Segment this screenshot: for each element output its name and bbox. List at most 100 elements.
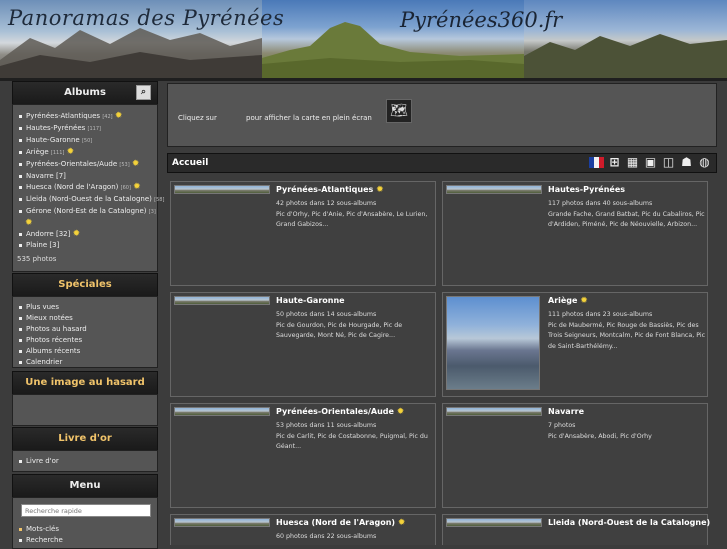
album-title[interactable]: Ariège — [548, 296, 577, 305]
album-card-hautes-pyrenees[interactable]: Hautes-Pyrénées 117 photos dans 40 sous-… — [442, 181, 708, 286]
thumbnails-grid-icon[interactable]: ⊞ — [607, 155, 622, 170]
specials-panel: Plus vues Mieux notées Photos au hasard … — [12, 296, 158, 368]
breadcrumb-bar: Accueil ⊞ ▦ ▣ ◫ ☗ ◍ — [167, 153, 717, 173]
album-stats: 53 photos dans 11 sous-albums — [276, 422, 377, 429]
album-card-pyrenees-atlantiques[interactable]: Pyrénées-Atlantiques ✹ 42 photos dans 12… — [170, 181, 436, 286]
menu-panel: Mots-clés Recherche — [12, 497, 158, 549]
album-link-pyrenees-atlantiques[interactable]: Pyrénées-Atlantiques [42] ✹ — [19, 111, 157, 123]
album-card-navarre[interactable]: Navarre 7 photos Pic d'Ansabère, Abodi, P… — [442, 403, 708, 508]
album-card-huesca[interactable]: Huesca (Nord de l'Aragon) ✹ 60 photos da… — [170, 514, 436, 545]
album-card-pyrenees-orientales[interactable]: Pyrénées-Orientales/Aude ✹ 53 photos dan… — [170, 403, 436, 508]
album-card-haute-garonne[interactable]: Haute-Garonne 50 photos dans 14 sous-alb… — [170, 292, 436, 397]
album-link-pyrenees-orientales[interactable]: Pyrénées-Orientales/Aude [53] ✹ — [19, 159, 157, 171]
album-thumbnail[interactable] — [174, 296, 270, 305]
album-stats: 60 photos dans 22 sous-albums — [276, 533, 377, 540]
specials-header: Spéciales — [12, 273, 158, 297]
toolbar: ⊞ ▦ ▣ ◫ ☗ ◍ — [589, 155, 712, 171]
slideshow-icon[interactable]: ◫ — [661, 155, 676, 170]
banner-site-name: Pyrénées360.fr — [400, 8, 563, 32]
new-sun-icon: ✹ — [133, 182, 141, 192]
album-card-lleida[interactable]: Lleida (Nord-Ouest de la Catalogne) — [442, 514, 710, 545]
album-title[interactable]: Pyrénées-Orientales/Aude — [276, 407, 394, 416]
album-thumbnail[interactable] — [446, 407, 542, 416]
albums-list: Pyrénées-Atlantiques [42] ✹ Hautes-Pyrén… — [13, 105, 164, 251]
specials-list: Plus vues Mieux notées Photos au hasard … — [13, 297, 157, 368]
map-text-after: pour afficher la carte en plein écran — [246, 114, 372, 122]
calendar-icon[interactable]: ▣ — [643, 155, 658, 170]
album-description: Pic d'Ansabère, Abodi, Pic d'Orhy — [548, 432, 652, 440]
albums-header: Albums ⌕ — [12, 81, 158, 105]
guestbook-link[interactable]: Livre d'or — [19, 456, 157, 467]
banner-title: Panoramas des Pyrénées — [8, 6, 285, 30]
guestbook-panel: Livre d'or — [12, 450, 158, 472]
quick-search-input[interactable] — [21, 504, 151, 517]
new-sun-icon: ✹ — [114, 111, 123, 121]
new-sun-icon: ✹ — [397, 518, 406, 528]
album-link-hautes-pyrenees[interactable]: Hautes-Pyrénées [117] — [19, 123, 157, 135]
album-stats: 7 photos — [548, 422, 576, 429]
album-link-andorre[interactable]: Andorre [32] ✹ — [19, 229, 157, 240]
new-sun-icon-row: ✹ — [25, 218, 33, 228]
album-title[interactable]: Lleida (Nord-Ouest de la Catalogne) — [548, 518, 710, 527]
special-recent-photos[interactable]: Photos récentes — [19, 335, 157, 346]
french-flag-icon[interactable] — [589, 157, 604, 168]
world-map-icon[interactable]: 🗺 — [386, 99, 412, 123]
new-sun-icon: ✹ — [66, 147, 75, 157]
new-sun-icon: ✹ — [131, 159, 140, 169]
album-thumbnail[interactable] — [446, 185, 542, 194]
album-title[interactable]: Huesca (Nord de l'Aragon) — [276, 518, 395, 527]
special-calendar[interactable]: Calendrier — [19, 357, 157, 368]
special-most-viewed[interactable]: Plus vues — [19, 302, 157, 313]
guestbook-header: Livre d'or — [12, 427, 158, 451]
zoom-icon[interactable]: ⌕ — [136, 85, 151, 100]
album-thumbnail[interactable] — [446, 518, 542, 527]
album-description: Pic de Carlit, Pic de Costabonne, Puigma… — [276, 432, 428, 451]
album-link-navarre[interactable]: Navarre [7] — [19, 171, 157, 182]
menu-header: Menu — [12, 474, 158, 498]
album-thumbnail[interactable] — [174, 518, 270, 527]
album-card-ariege[interactable]: Ariège ✹ 111 photos dans 23 sous-albums P… — [442, 292, 708, 397]
new-sun-icon: ✹ — [580, 296, 588, 306]
album-thumbnail[interactable] — [446, 296, 540, 390]
album-link-lleida[interactable]: Lleida (Nord-Ouest de la Catalogne) [58] — [19, 194, 164, 206]
map-panel: Cliquez sur 🗺 pour afficher la carte en … — [167, 83, 717, 147]
album-thumbnail[interactable] — [174, 185, 270, 194]
album-link-ariege[interactable]: Ariège [111] ✹ — [19, 147, 157, 159]
album-title[interactable]: Haute-Garonne — [276, 296, 345, 305]
album-description: Pic d'Orhy, Pic d'Anie, Pic d'Ansabère, … — [276, 210, 428, 229]
album-title[interactable]: Pyrénées-Atlantiques — [276, 185, 373, 194]
album-stats: 111 photos dans 23 sous-albums — [548, 311, 653, 318]
album-stats: 42 photos dans 12 sous-albums — [276, 200, 377, 207]
album-stats: 117 photos dans 40 sous-albums — [548, 200, 653, 207]
album-thumbnail[interactable] — [174, 407, 270, 416]
total-photos: 535 photos — [17, 255, 57, 263]
album-title[interactable]: Navarre — [548, 407, 584, 416]
new-sun-icon: ✹ — [376, 185, 384, 195]
map-text-before: Cliquez sur — [178, 114, 217, 122]
albums-panel: Pyrénées-Atlantiques [42] ✹ Hautes-Pyrén… — [12, 104, 164, 272]
site-banner: Panoramas des Pyrénées Pyrénées360.fr — [0, 0, 727, 78]
gallery-grid-icon[interactable]: ▦ — [625, 155, 640, 170]
breadcrumb-home[interactable]: Accueil — [172, 154, 208, 172]
album-link-huesca[interactable]: Huesca (Nord de l'Aragon) [60] ✹ — [19, 182, 157, 194]
album-stats: 50 photos dans 14 sous-albums — [276, 311, 377, 318]
menu-search[interactable]: Recherche — [19, 535, 63, 546]
special-random-photos[interactable]: Photos au hasard — [19, 324, 157, 335]
album-link-plaine[interactable]: Plaine [3] — [19, 240, 157, 251]
globe-icon[interactable]: ◍ — [697, 155, 712, 170]
album-description: Grande Fache, Grand Batbat, Pic du Cabal… — [548, 210, 705, 229]
special-best-rated[interactable]: Mieux notées — [19, 313, 157, 324]
album-title[interactable]: Hautes-Pyrénées — [548, 185, 625, 194]
album-link-haute-garonne[interactable]: Haute-Garonne [50] — [19, 135, 157, 147]
map-icon[interactable]: ☗ — [679, 155, 694, 170]
guestbook-list: Livre d'or — [13, 451, 157, 467]
new-sun-icon: ✹ — [72, 229, 81, 239]
album-description: Pic de Gourdon, Pic de Hourgade, Pic de … — [276, 321, 403, 340]
album-description: Pic de Maubermé, Pic Rouge de Bassiès, P… — [548, 321, 706, 350]
album-link-gerone[interactable]: Gérone (Nord-Est de la Catalogne) [3] — [19, 206, 157, 218]
menu-keywords[interactable]: Mots-clés — [19, 524, 63, 535]
random-image-header: Une image au hasard — [12, 371, 158, 395]
special-recent-albums[interactable]: Albums récents — [19, 346, 157, 357]
new-sun-icon: ✹ — [396, 407, 405, 417]
random-image-panel — [12, 394, 158, 426]
